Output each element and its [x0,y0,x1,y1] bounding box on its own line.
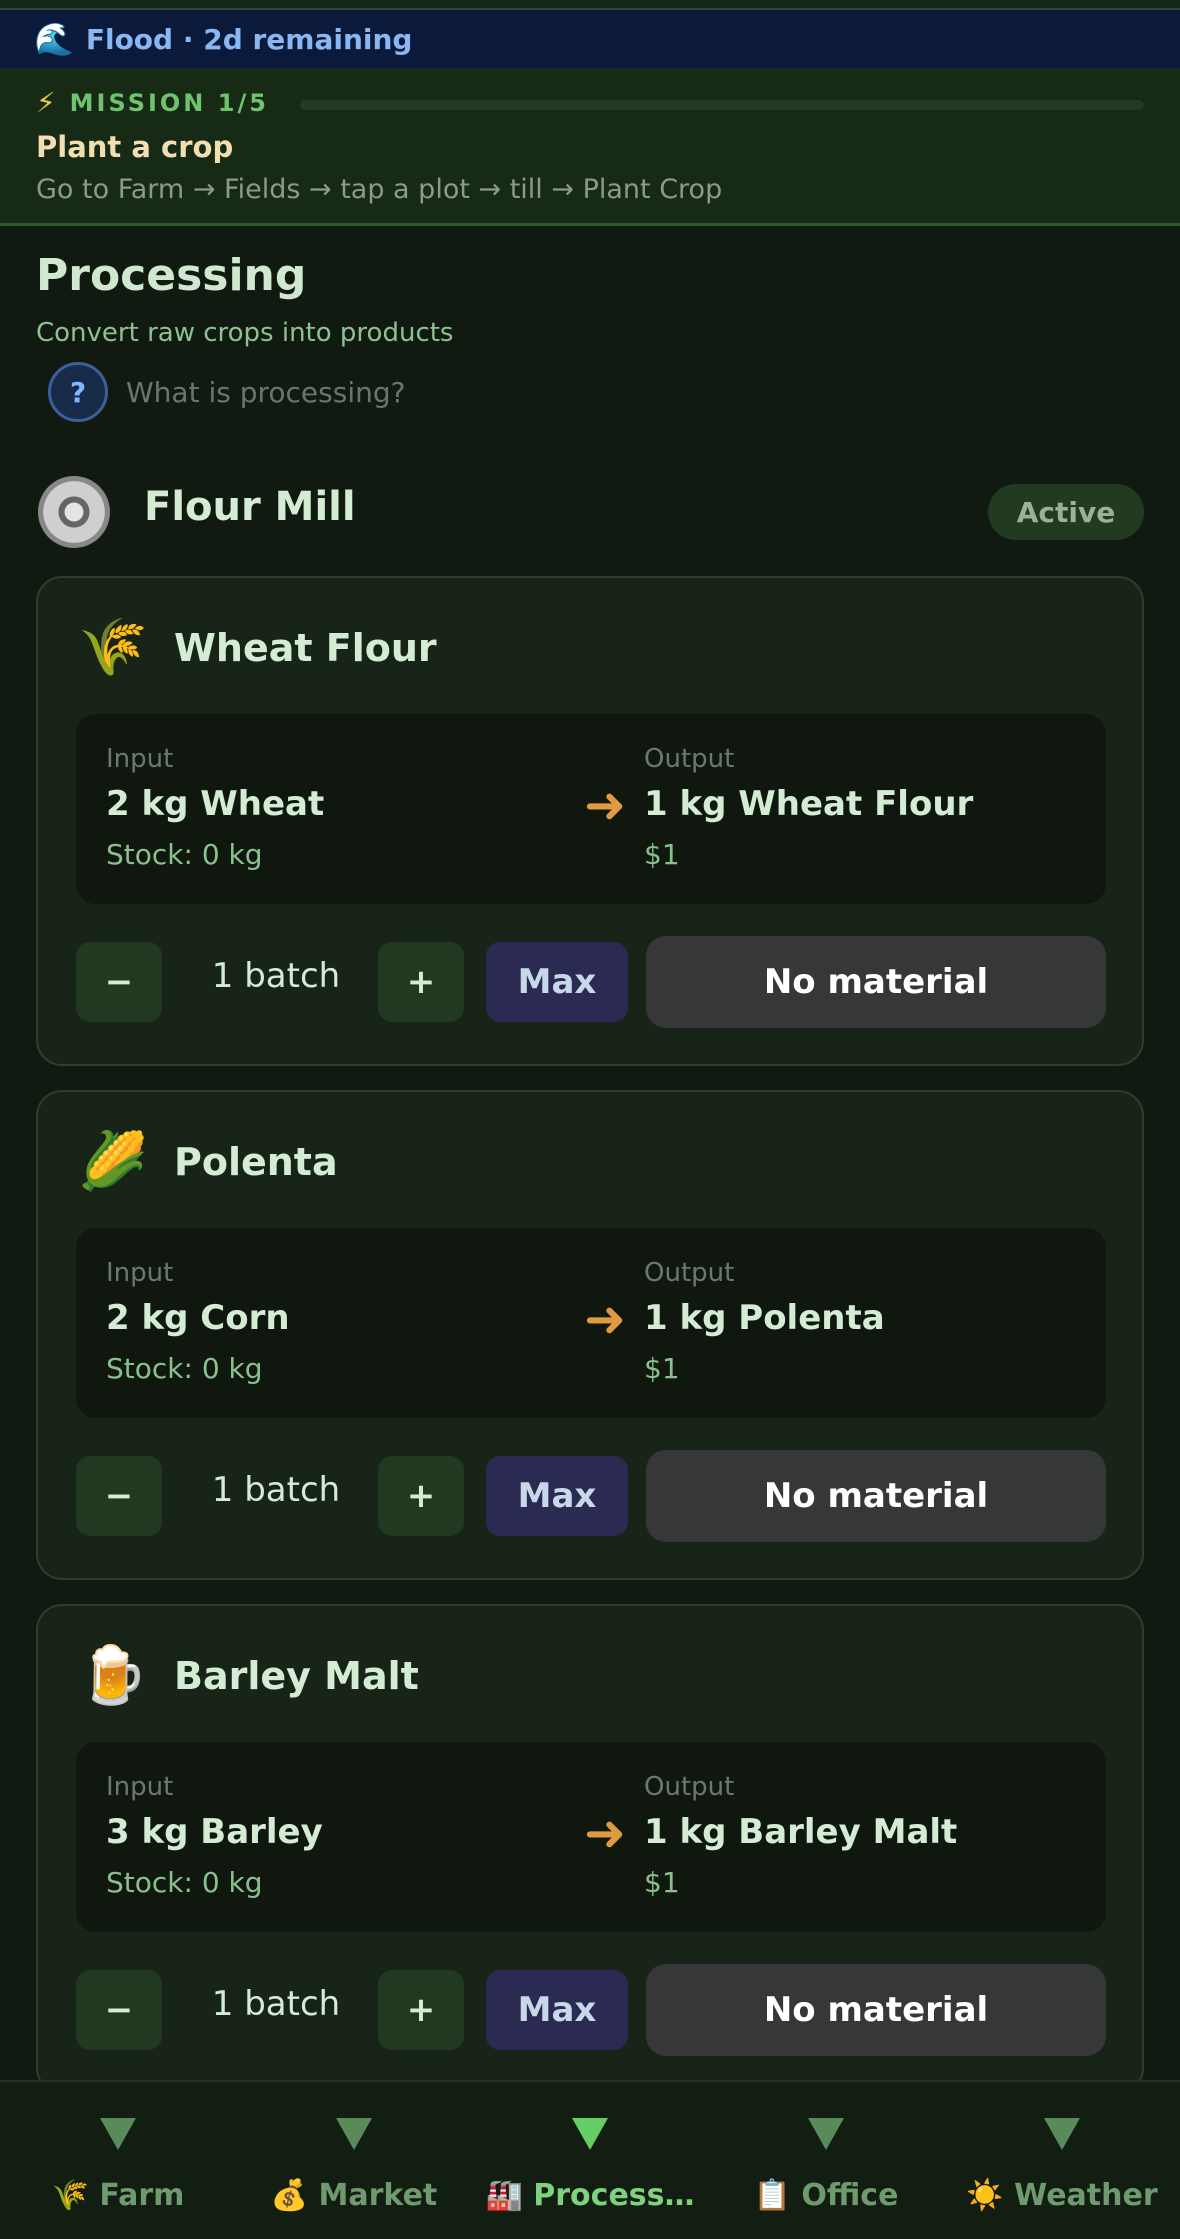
status-strip [0,0,1180,10]
bottom-nav: 🌾 Farm 💰 Market 🏭 Process… 📋 Office ☀️ W… [0,2080,1180,2239]
nav-tab-processing[interactable]: 🏭 Process… [472,2082,708,2239]
output-label: Output [644,744,735,774]
decrease-batch-button[interactable]: − [76,1970,162,2050]
mission-panel[interactable]: ⚡ MISSION 1/5 Plant a crop Go to Farm → … [0,68,1180,226]
nav-tab-label: 📋 Office [753,2178,899,2213]
triangle-down-icon [336,2118,372,2150]
process-button[interactable]: No material [646,1964,1106,2056]
input-label: Input [106,744,174,774]
batch-count: 1 batch [211,1984,341,2024]
triangle-down-icon [100,2118,136,2150]
input-value: 2 kg Corn [106,1298,290,1338]
nav-tab-label: 💰 Market [270,2178,438,2213]
arrow-right-icon: ➜ [584,776,626,834]
arrow-right-icon: ➜ [584,1804,626,1862]
wheat-icon: 🌾 [78,615,148,680]
output-label: Output [644,1258,735,1288]
recipe-name: Polenta [174,1140,338,1184]
recipe-card-wheat-flour: 🌾 Wheat Flour Input 2 kg Wheat Stock: 0 … [36,576,1144,1066]
wave-icon: 🌊 [34,20,74,58]
gear-icon [38,476,110,548]
process-button[interactable]: No material [646,1450,1106,1542]
batch-count: 1 batch [211,956,341,996]
input-value: 3 kg Barley [106,1812,323,1852]
facility-name: Flour Mill [144,484,356,530]
increase-batch-button[interactable]: + [378,942,464,1022]
output-label: Output [644,1772,735,1802]
price-value: $1 [644,1866,680,1899]
stock-value: Stock: 0 kg [106,1352,263,1385]
increase-batch-button[interactable]: + [378,1456,464,1536]
mission-header: ⚡ MISSION 1/5 [36,86,269,119]
help-button[interactable]: ? [48,362,108,422]
batch-controls: − 1 batch + Max No material [76,1450,1106,1542]
mission-label: MISSION 1/5 [69,88,269,117]
nav-tab-label: 🌾 Farm [51,2178,185,2213]
help-link[interactable]: What is processing? [126,376,406,409]
page-subtitle: Convert raw crops into products [36,318,454,348]
input-value: 2 kg Wheat [106,784,325,824]
flood-banner[interactable]: 🌊 Flood · 2d remaining [0,10,1180,68]
process-button[interactable]: No material [646,936,1106,1028]
stock-value: Stock: 0 kg [106,838,263,871]
arrow-right-icon: ➜ [584,1290,626,1348]
input-output-panel: Input 3 kg Barley Stock: 0 kg ➜ Output 1… [76,1742,1106,1932]
triangle-down-icon [572,2118,608,2150]
increase-batch-button[interactable]: + [378,1970,464,2050]
output-value: 1 kg Polenta [644,1298,885,1338]
triangle-down-icon [808,2118,844,2150]
decrease-batch-button[interactable]: − [76,942,162,1022]
recipe-card-barley-malt: 🍺 Barley Malt Input 3 kg Barley Stock: 0… [36,1604,1144,2094]
recipe-card-polenta: 🌽 Polenta Input 2 kg Corn Stock: 0 kg ➜ … [36,1090,1144,1580]
output-value: 1 kg Wheat Flour [644,784,974,824]
corn-icon: 🌽 [78,1129,148,1194]
price-value: $1 [644,1352,680,1385]
stock-value: Stock: 0 kg [106,1866,263,1899]
mission-title: Plant a crop [36,130,234,164]
nav-tab-farm[interactable]: 🌾 Farm [0,2082,236,2239]
batch-controls: − 1 batch + Max No material [76,936,1106,1028]
max-batch-button[interactable]: Max [486,1456,628,1536]
nav-tab-market[interactable]: 💰 Market [236,2082,472,2239]
recipe-name: Wheat Flour [174,626,437,670]
nav-tab-label: 🏭 Process… [485,2178,695,2213]
input-label: Input [106,1772,174,1802]
triangle-down-icon [1044,2118,1080,2150]
output-value: 1 kg Barley Malt [644,1812,958,1852]
input-output-panel: Input 2 kg Corn Stock: 0 kg ➜ Output 1 k… [76,1228,1106,1418]
input-output-panel: Input 2 kg Wheat Stock: 0 kg ➜ Output 1 … [76,714,1106,904]
decrease-batch-button[interactable]: − [76,1456,162,1536]
max-batch-button[interactable]: Max [486,942,628,1022]
status-badge: Active [988,484,1144,540]
batch-controls: − 1 batch + Max No material [76,1964,1106,2056]
beer-icon: 🍺 [78,1643,148,1708]
price-value: $1 [644,838,680,871]
recipe-name: Barley Malt [174,1654,419,1698]
nav-tab-office[interactable]: 📋 Office [708,2082,944,2239]
lightning-icon: ⚡ [36,86,56,119]
mission-progress-bar [300,100,1144,110]
nav-tab-label: ☀️ Weather [966,2178,1158,2213]
input-label: Input [106,1258,174,1288]
flood-text: Flood · 2d remaining [85,22,413,56]
max-batch-button[interactable]: Max [486,1970,628,2050]
page-title: Processing [36,250,307,301]
nav-tab-weather[interactable]: ☀️ Weather [944,2082,1180,2239]
mission-description: Go to Farm → Fields → tap a plot → till … [36,174,723,205]
batch-count: 1 batch [211,1470,341,1510]
